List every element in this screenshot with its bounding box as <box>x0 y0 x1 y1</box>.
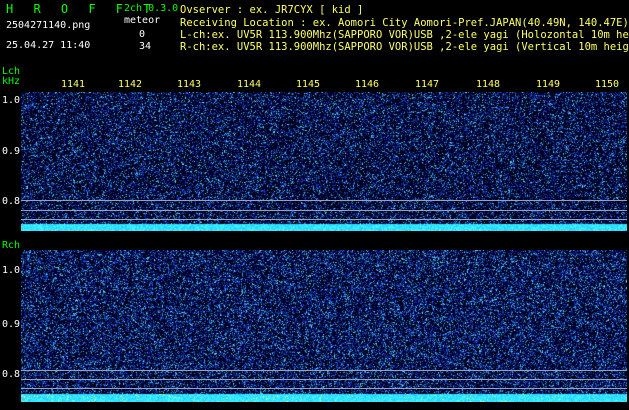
time-tick: 1146 <box>355 79 380 90</box>
rch-marker-line <box>21 370 627 371</box>
time-tick: 1148 <box>476 79 501 90</box>
lch-marker-line <box>21 219 627 220</box>
time-tick: 1150 <box>595 79 620 90</box>
time-tick: 1141 <box>61 79 86 90</box>
observer-line: Ovserver : ex. JR7CYX [ kid ] <box>180 4 364 16</box>
rch-ytick: 1.0 <box>2 265 21 276</box>
time-tick: 1145 <box>296 79 321 90</box>
rch-meteor-count: 34 <box>139 41 152 52</box>
time-tick: 1147 <box>415 79 440 90</box>
time-tick: 1142 <box>118 79 143 90</box>
location-line: Receiving Location : ex. Aomori City Aom… <box>180 17 629 29</box>
lch-description: L-ch:ex. UV5R 113.900Mhz(SAPPORO VOR)USB… <box>180 29 629 41</box>
lch-marker-line <box>21 210 627 211</box>
filename-label: 2504271140.png <box>6 20 91 31</box>
rch-ytick: 0.9 <box>2 319 21 330</box>
mode-label: 2ch 0.3.0 <box>124 3 179 14</box>
lch-marker-line <box>21 200 627 201</box>
rch-channel-label: Rch <box>2 240 21 251</box>
rch-ytick: 0.8 <box>2 369 21 380</box>
lch-ytick: 0.8 <box>2 196 21 207</box>
lch-ytick: 1.0 <box>2 95 21 106</box>
rch-marker-line <box>21 388 627 389</box>
time-tick: 1143 <box>177 79 202 90</box>
datetime-label: 25.04.27 11:40 <box>6 40 91 51</box>
meteor-label: meteor <box>124 15 161 26</box>
time-tick: 1144 <box>237 79 262 90</box>
lch-meteor-count: 0 <box>139 29 146 40</box>
lch-unit-label: kHz <box>2 76 21 87</box>
lch-ytick: 0.9 <box>2 146 21 157</box>
time-tick: 1149 <box>536 79 561 90</box>
rch-description: R-ch:ex. UV5R 113.900Mhz(SAPPORO VOR)USB… <box>180 41 629 53</box>
rch-marker-line <box>21 379 627 380</box>
